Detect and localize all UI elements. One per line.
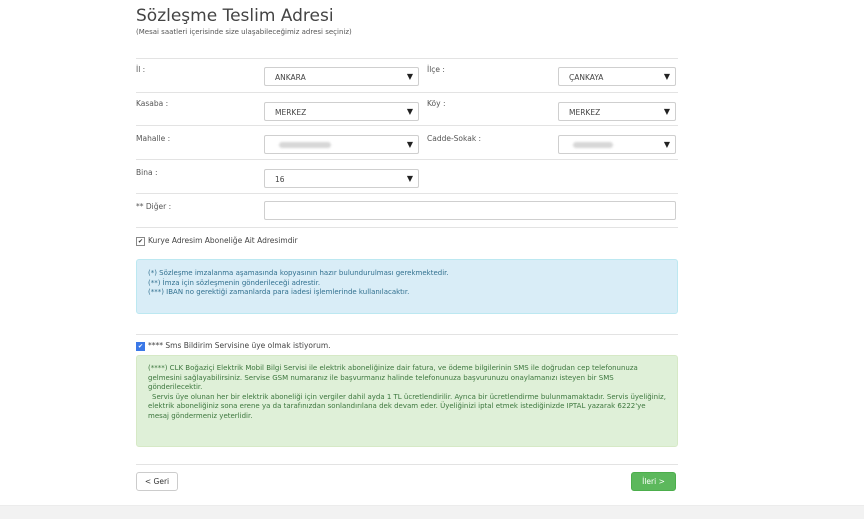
redacted-value — [573, 142, 613, 148]
info-line: (*) Sözleşme imzalanma aşamasında kopyas… — [148, 269, 449, 277]
page-subtitle: (Mesai saatleri içerisinde size ulaşabil… — [136, 28, 352, 36]
diger-label: ** Diğer : — [136, 202, 172, 211]
redacted-value — [279, 142, 331, 148]
koy-select[interactable]: MERKEZ ▼ — [558, 102, 676, 121]
diger-input[interactable] — [264, 201, 676, 220]
il-value: ANKARA — [275, 73, 306, 82]
row-mahalle-cadde: Mahalle : ▼ Cadde-Sokak : ▼ — [136, 125, 678, 160]
kasaba-label: Kasaba : — [136, 99, 169, 108]
kasaba-select[interactable]: MERKEZ ▼ — [264, 102, 419, 121]
info-line: (***) IBAN no gerektiği zamanlarda para … — [148, 288, 410, 296]
mahalle-label: Mahalle : — [136, 134, 171, 143]
row-bina: Bina : 16 ▼ — [136, 159, 678, 194]
triangle-down-icon: ▼ — [406, 140, 413, 149]
kasaba-value: MERKEZ — [275, 108, 307, 117]
page-title: Sözleşme Teslim Adresi — [136, 6, 334, 26]
checkmark-icon: ✔ — [136, 341, 145, 351]
ilce-label: İlçe : — [427, 65, 445, 74]
triangle-down-icon: ▼ — [663, 107, 670, 116]
sms-text-1: (****) CLK Boğaziçi Elektrik Mobil Bilgi… — [148, 364, 638, 391]
triangle-down-icon: ▼ — [663, 140, 670, 149]
mahalle-select[interactable]: ▼ — [264, 135, 419, 154]
page-footer — [0, 505, 864, 519]
bina-value: 16 — [275, 175, 285, 184]
il-select[interactable]: ANKARA ▼ — [264, 67, 419, 86]
triangle-down-icon: ▼ — [406, 174, 413, 183]
back-button[interactable]: < Geri — [136, 472, 178, 491]
kurye-checkbox[interactable]: ✔ Kurye Adresim Aboneliğe Ait Adresimdir — [136, 236, 298, 246]
row-diger: ** Diğer : — [136, 193, 678, 228]
info-line: (**) İmza için sözleşmenin gönderileceği… — [148, 278, 321, 287]
bina-label: Bina : — [136, 168, 158, 177]
triangle-down-icon: ▼ — [406, 72, 413, 81]
bina-select[interactable]: 16 ▼ — [264, 169, 419, 188]
cadde-select[interactable]: ▼ — [558, 135, 676, 154]
triangle-down-icon: ▼ — [663, 72, 670, 81]
koy-label: Köy : — [427, 99, 446, 108]
il-label: İl : — [136, 65, 146, 74]
row-il-ilce: İl : ANKARA ▼ İlçe : ÇANKAYA ▼ — [136, 58, 678, 93]
row-sms: ✔ **** Sms Bildirim Servisine üye olmak i… — [136, 334, 678, 353]
row-kasaba-koy: Kasaba : MERKEZ ▼ Köy : MERKEZ ▼ — [136, 92, 678, 126]
triangle-down-icon: ▼ — [406, 107, 413, 116]
row-buttons: < Geri İleri > — [136, 464, 678, 495]
kurye-checkbox-label: Kurye Adresim Aboneliğe Ait Adresimdir — [148, 236, 298, 245]
sms-checkbox[interactable]: ✔ **** Sms Bildirim Servisine üye olmak i… — [136, 341, 331, 351]
koy-value: MERKEZ — [569, 108, 601, 117]
ilce-value: ÇANKAYA — [569, 73, 604, 82]
cadde-label: Cadde-Sokak : — [427, 134, 482, 143]
sms-checkbox-label: **** Sms Bildirim Servisine üye olmak is… — [148, 341, 331, 350]
sms-info-alert: (****) CLK Boğaziçi Elektrik Mobil Bilgi… — [136, 355, 678, 447]
next-button[interactable]: İleri > — [631, 472, 676, 491]
row-kurye: ✔ Kurye Adresim Aboneliğe Ait Adresimdir — [136, 227, 678, 254]
checkmark-icon: ✔ — [136, 236, 145, 246]
sms-text-2: Servis üye olunan her bir elektrik abone… — [148, 392, 666, 420]
info-alert: (*) Sözleşme imzalanma aşamasında kopyas… — [136, 259, 678, 314]
ilce-select[interactable]: ÇANKAYA ▼ — [558, 67, 676, 86]
